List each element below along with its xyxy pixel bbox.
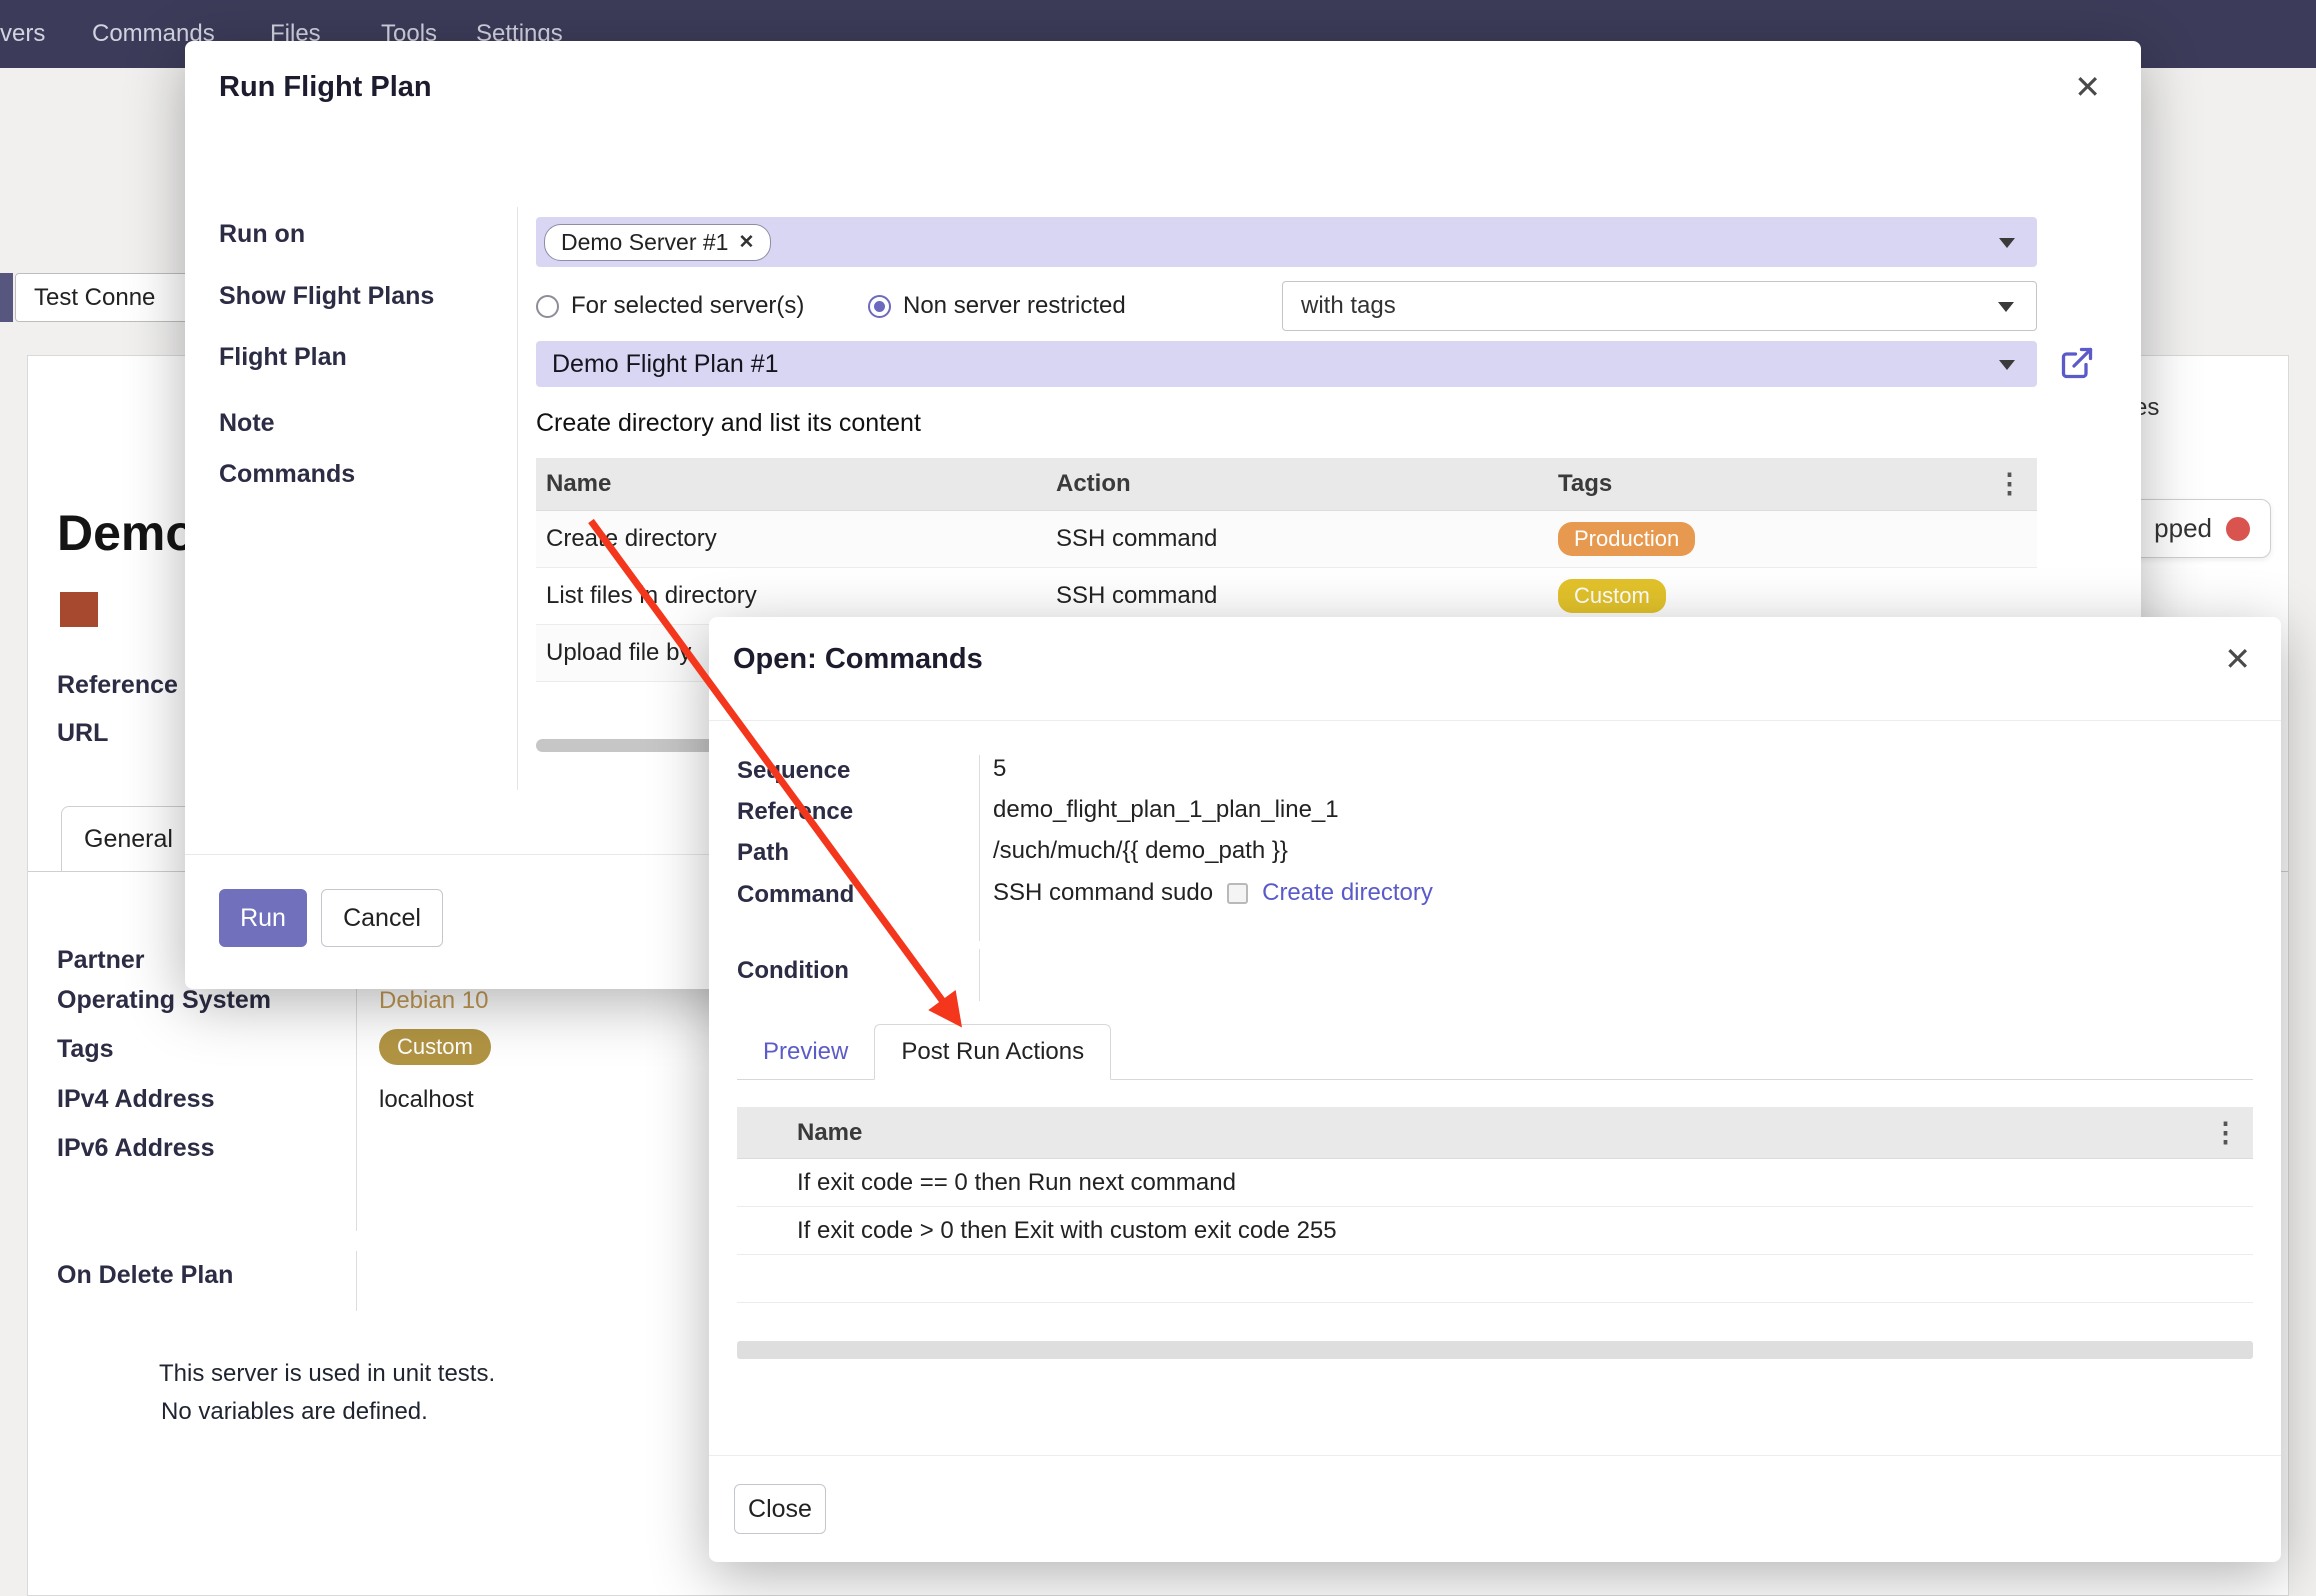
- sequence-value: 5: [993, 755, 1006, 783]
- url-label: URL: [57, 719, 108, 748]
- command-label: Command: [737, 881, 854, 909]
- reference-label: Reference: [57, 671, 178, 700]
- chevron-down-icon: [1999, 238, 2015, 248]
- with-tags-value: with tags: [1301, 292, 1396, 319]
- partner-label: Partner: [57, 946, 145, 975]
- server-chip[interactable]: Demo Server #1 ✕: [544, 224, 771, 261]
- record-title: Demo: [57, 504, 196, 562]
- table-row-empty: [737, 1255, 2253, 1303]
- radio-non-server-restricted[interactable]: Non server restricted: [868, 281, 1126, 331]
- external-link-icon[interactable]: [2059, 345, 2095, 386]
- tab-post-run-actions[interactable]: Post Run Actions: [874, 1024, 1111, 1080]
- unit-test-note: This server is used in unit tests.: [159, 1360, 495, 1388]
- column-header-action[interactable]: Action: [1046, 470, 1548, 498]
- with-tags-select[interactable]: with tags: [1282, 281, 2037, 331]
- close-icon[interactable]: ✕: [2074, 71, 2101, 103]
- cancel-button[interactable]: Cancel: [321, 889, 443, 947]
- partial-button[interactable]: [0, 273, 13, 322]
- command-checkbox[interactable]: [1227, 883, 1248, 904]
- server-chip-label: Demo Server #1: [561, 229, 728, 256]
- tag-badge-custom: Custom: [1558, 579, 1666, 613]
- show-flight-plans-label: Show Flight Plans: [219, 282, 434, 311]
- no-variables-note: No variables are defined.: [161, 1398, 428, 1426]
- chevron-down-icon: [1998, 302, 2014, 312]
- flight-plan-value: Demo Flight Plan #1: [552, 350, 779, 378]
- flight-plan-select[interactable]: Demo Flight Plan #1: [536, 341, 2037, 387]
- close-button[interactable]: Close: [734, 1484, 826, 1534]
- reference-value: demo_flight_plan_1_plan_line_1: [993, 796, 1339, 824]
- modal-title: Open: Commands: [733, 643, 983, 676]
- field-divider: [979, 755, 980, 941]
- form-divider: [517, 207, 518, 790]
- chevron-down-icon: [1999, 360, 2015, 370]
- radio-for-selected-servers[interactable]: For selected server(s): [536, 281, 804, 331]
- sequence-label: Sequence: [737, 757, 850, 785]
- server-scope-radios: For selected server(s) Non server restri…: [536, 281, 2037, 331]
- create-directory-link[interactable]: Create directory: [1262, 879, 1433, 907]
- ipv6-label: IPv6 Address: [57, 1134, 214, 1163]
- status-dot-icon: [2226, 517, 2250, 541]
- column-header-name[interactable]: Name: [737, 1119, 862, 1147]
- note-label: Note: [219, 409, 275, 438]
- open-commands-modal: Open: Commands ✕ Sequence 5 Reference de…: [709, 617, 2281, 1562]
- field-divider: [356, 1251, 357, 1311]
- tag-badge-custom[interactable]: Custom: [379, 1029, 491, 1065]
- run-on-select[interactable]: Demo Server #1 ✕: [536, 217, 2037, 267]
- cell-name: List files in directory: [536, 582, 1046, 610]
- ipv4-value: localhost: [379, 1086, 474, 1114]
- column-header-tags[interactable]: Tags: [1548, 470, 2037, 498]
- notebook-tabs: Preview Post Run Actions: [737, 1025, 2253, 1080]
- command-text: SSH command sudo: [993, 879, 1213, 907]
- table-row[interactable]: Create directory SSH command Production: [536, 511, 2037, 568]
- radio-label: Non server restricted: [903, 292, 1126, 320]
- command-value: SSH command sudo Create directory: [993, 879, 1433, 907]
- radio-icon[interactable]: [536, 295, 559, 318]
- cell-name: Create directory: [536, 525, 1046, 553]
- color-swatch[interactable]: [60, 592, 98, 627]
- cell-action: SSH command: [1046, 582, 1548, 610]
- commands-label: Commands: [219, 460, 355, 489]
- condition-label: Condition: [737, 957, 849, 985]
- field-divider: [979, 949, 980, 1001]
- tags-label: Tags: [57, 1035, 114, 1064]
- run-button[interactable]: Run: [219, 889, 307, 947]
- table-header-row: Name Action Tags ⋮: [536, 458, 2037, 511]
- screen: vers Commands Files Tools Settings Test …: [0, 0, 2316, 1596]
- reference-label: Reference: [737, 798, 853, 826]
- footer-divider: [709, 1455, 2281, 1456]
- close-icon[interactable]: ✕: [2224, 643, 2251, 675]
- table-row[interactable]: If exit code > 0 then Exit with custom e…: [737, 1207, 2253, 1255]
- kebab-menu-icon[interactable]: ⋮: [2206, 1117, 2245, 1148]
- tag-badge-production: Production: [1558, 522, 1695, 556]
- kebab-menu-icon[interactable]: ⋮: [1986, 469, 2029, 500]
- column-header-name[interactable]: Name: [536, 470, 1046, 498]
- table-row[interactable]: If exit code == 0 then Run next command: [737, 1159, 2253, 1207]
- nav-item-servers[interactable]: vers: [0, 0, 45, 68]
- status-badge-label: pped: [2154, 513, 2212, 544]
- modal-title: Run Flight Plan: [219, 71, 432, 104]
- post-run-actions-table: Name ⋮ If exit code == 0 then Run next c…: [737, 1107, 2253, 1303]
- plan-description: Create directory and list its content: [536, 409, 921, 438]
- on-delete-plan-label: On Delete Plan: [57, 1261, 233, 1290]
- cell-action: SSH command: [1046, 525, 1548, 553]
- operating-system-value[interactable]: Debian 10: [379, 987, 488, 1015]
- radio-label: For selected server(s): [571, 292, 804, 320]
- operating-system-label: Operating System: [57, 986, 271, 1015]
- run-on-label: Run on: [219, 220, 305, 249]
- path-value: /such/much/{{ demo_path }}: [993, 837, 1288, 865]
- horizontal-scrollbar[interactable]: [737, 1341, 2253, 1359]
- radio-selected-icon[interactable]: [868, 295, 891, 318]
- tab-preview[interactable]: Preview: [737, 1025, 874, 1079]
- header-divider: [709, 720, 2281, 721]
- chip-remove-icon[interactable]: ✕: [738, 231, 754, 254]
- table-header-row: Name ⋮: [737, 1107, 2253, 1159]
- flight-plan-label: Flight Plan: [219, 343, 347, 372]
- ipv4-label: IPv4 Address: [57, 1085, 214, 1114]
- path-label: Path: [737, 839, 789, 867]
